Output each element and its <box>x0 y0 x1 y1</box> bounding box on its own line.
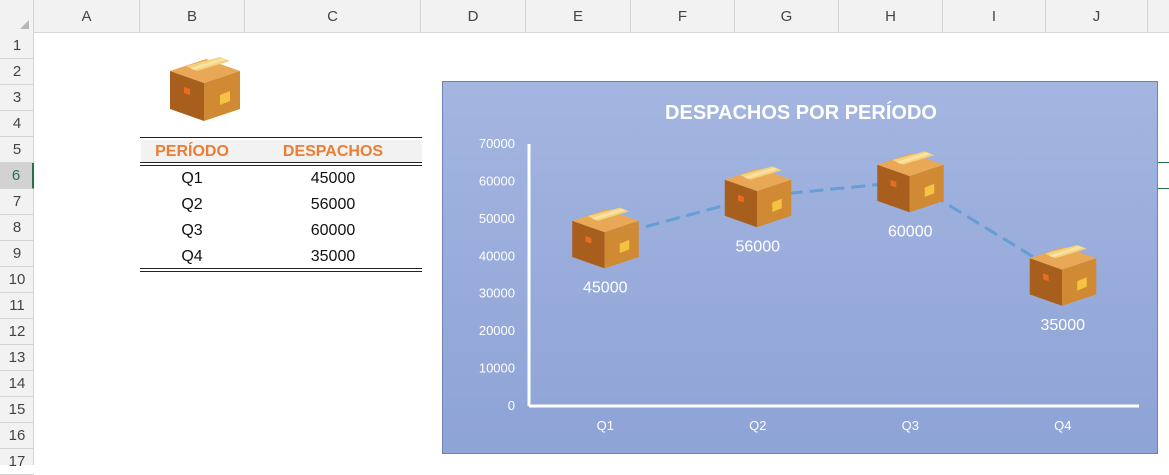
data-label: 45000 <box>583 280 628 297</box>
data-label: 35000 <box>1041 317 1086 334</box>
row-header-5[interactable]: 5 <box>0 137 34 163</box>
series-line <box>604 179 1064 277</box>
y-tick-label: 30000 <box>479 286 515 301</box>
y-tick-label: 70000 <box>479 136 515 151</box>
table-header-border-1 <box>140 162 422 163</box>
table-cell-value[interactable]: 45000 <box>273 170 393 188</box>
selection-border-bottom <box>1158 188 1169 189</box>
row-header-16[interactable]: 16 <box>0 423 34 449</box>
column-header-e[interactable]: E <box>526 0 631 33</box>
select-all-corner[interactable] <box>0 0 34 33</box>
row-header-10[interactable]: 10 <box>0 267 34 293</box>
table-bottom-border-2 <box>140 271 422 272</box>
column-header-j[interactable]: J <box>1046 0 1148 33</box>
row-header-8[interactable]: 8 <box>0 215 34 241</box>
table-bottom-border-1 <box>140 268 422 269</box>
row-header-7[interactable]: 7 <box>0 189 34 215</box>
shipments-chart[interactable]: DESPACHOS POR PERÍODO 0 10000 20000 30000 40… <box>442 81 1158 454</box>
row-header-17[interactable]: 17 <box>0 449 34 475</box>
x-tick-label: Q3 <box>902 418 919 433</box>
chart-canvas: DESPACHOS POR PERÍODO 0 10000 20000 30000 40… <box>479 101 1139 433</box>
box-marker-icon <box>877 151 944 213</box>
column-header-h[interactable]: H <box>839 0 943 33</box>
table-header-border-2 <box>140 165 422 166</box>
table-header-period: PERÍODO <box>155 143 229 160</box>
y-tick-label: 40000 <box>479 248 515 263</box>
row-header-4[interactable]: 4 <box>0 111 34 137</box>
row-header-9[interactable]: 9 <box>0 241 34 267</box>
box-icon-shape <box>170 57 240 121</box>
y-tick-label: 0 <box>508 398 515 413</box>
y-tick-label: 60000 <box>479 173 515 188</box>
x-tick-label: Q1 <box>597 418 614 433</box>
row-header-6[interactable]: 6 <box>0 163 34 189</box>
y-tick-label: 50000 <box>479 211 515 226</box>
select-all-triangle-icon <box>20 20 29 29</box>
row-header-13[interactable]: 13 <box>0 345 34 371</box>
column-header-f[interactable]: F <box>631 0 735 33</box>
data-label: 56000 <box>736 238 781 255</box>
column-header-c[interactable]: C <box>245 0 421 33</box>
table-cell-value[interactable]: 35000 <box>273 248 393 266</box>
column-header-bar: ABCDEFGHIJ <box>0 0 1169 33</box>
row-header-2[interactable]: 2 <box>0 59 34 85</box>
box-icon[interactable] <box>170 57 240 121</box>
table-cell-period[interactable]: Q3 <box>132 222 252 240</box>
column-header-d[interactable]: D <box>421 0 526 33</box>
row-header-bar: 1 2 3 4 5 6 7 8 9 10 11 12 13 14 15 16 17 <box>0 33 34 475</box>
table-cell-value[interactable]: 56000 <box>273 196 393 214</box>
table-top-border <box>140 137 422 138</box>
data-label: 60000 <box>888 223 933 240</box>
row-header-12[interactable]: 12 <box>0 319 34 345</box>
x-tick-label: Q2 <box>749 418 766 433</box>
table-header-shipments: DESPACHOS <box>282 143 384 160</box>
row-header-1[interactable]: 1 <box>0 33 34 59</box>
box-marker-icon <box>1029 245 1097 306</box>
x-tick-label: Q4 <box>1054 418 1071 433</box>
column-header-b[interactable]: B <box>140 0 245 33</box>
table-cell-period[interactable]: Q4 <box>132 248 252 266</box>
column-header-g[interactable]: G <box>735 0 839 33</box>
chart-title: DESPACHOS POR PERÍODO <box>665 101 937 124</box>
row-header-14[interactable]: 14 <box>0 371 34 397</box>
table-cell-value[interactable]: 60000 <box>273 222 393 240</box>
table-cell-period[interactable]: Q1 <box>132 170 252 188</box>
row-header-11[interactable]: 11 <box>0 293 34 319</box>
box-marker-icon <box>724 166 792 228</box>
selection-border-top <box>1158 162 1169 163</box>
row-header-3[interactable]: 3 <box>0 85 34 111</box>
y-tick-label: 20000 <box>479 323 515 338</box>
row-header-15[interactable]: 15 <box>0 397 34 423</box>
column-header-i[interactable]: I <box>943 0 1046 33</box>
column-header-a[interactable]: A <box>34 0 140 33</box>
y-tick-label: 10000 <box>479 361 515 376</box>
box-marker-icon <box>572 207 639 269</box>
table-cell-period[interactable]: Q2 <box>132 196 252 214</box>
